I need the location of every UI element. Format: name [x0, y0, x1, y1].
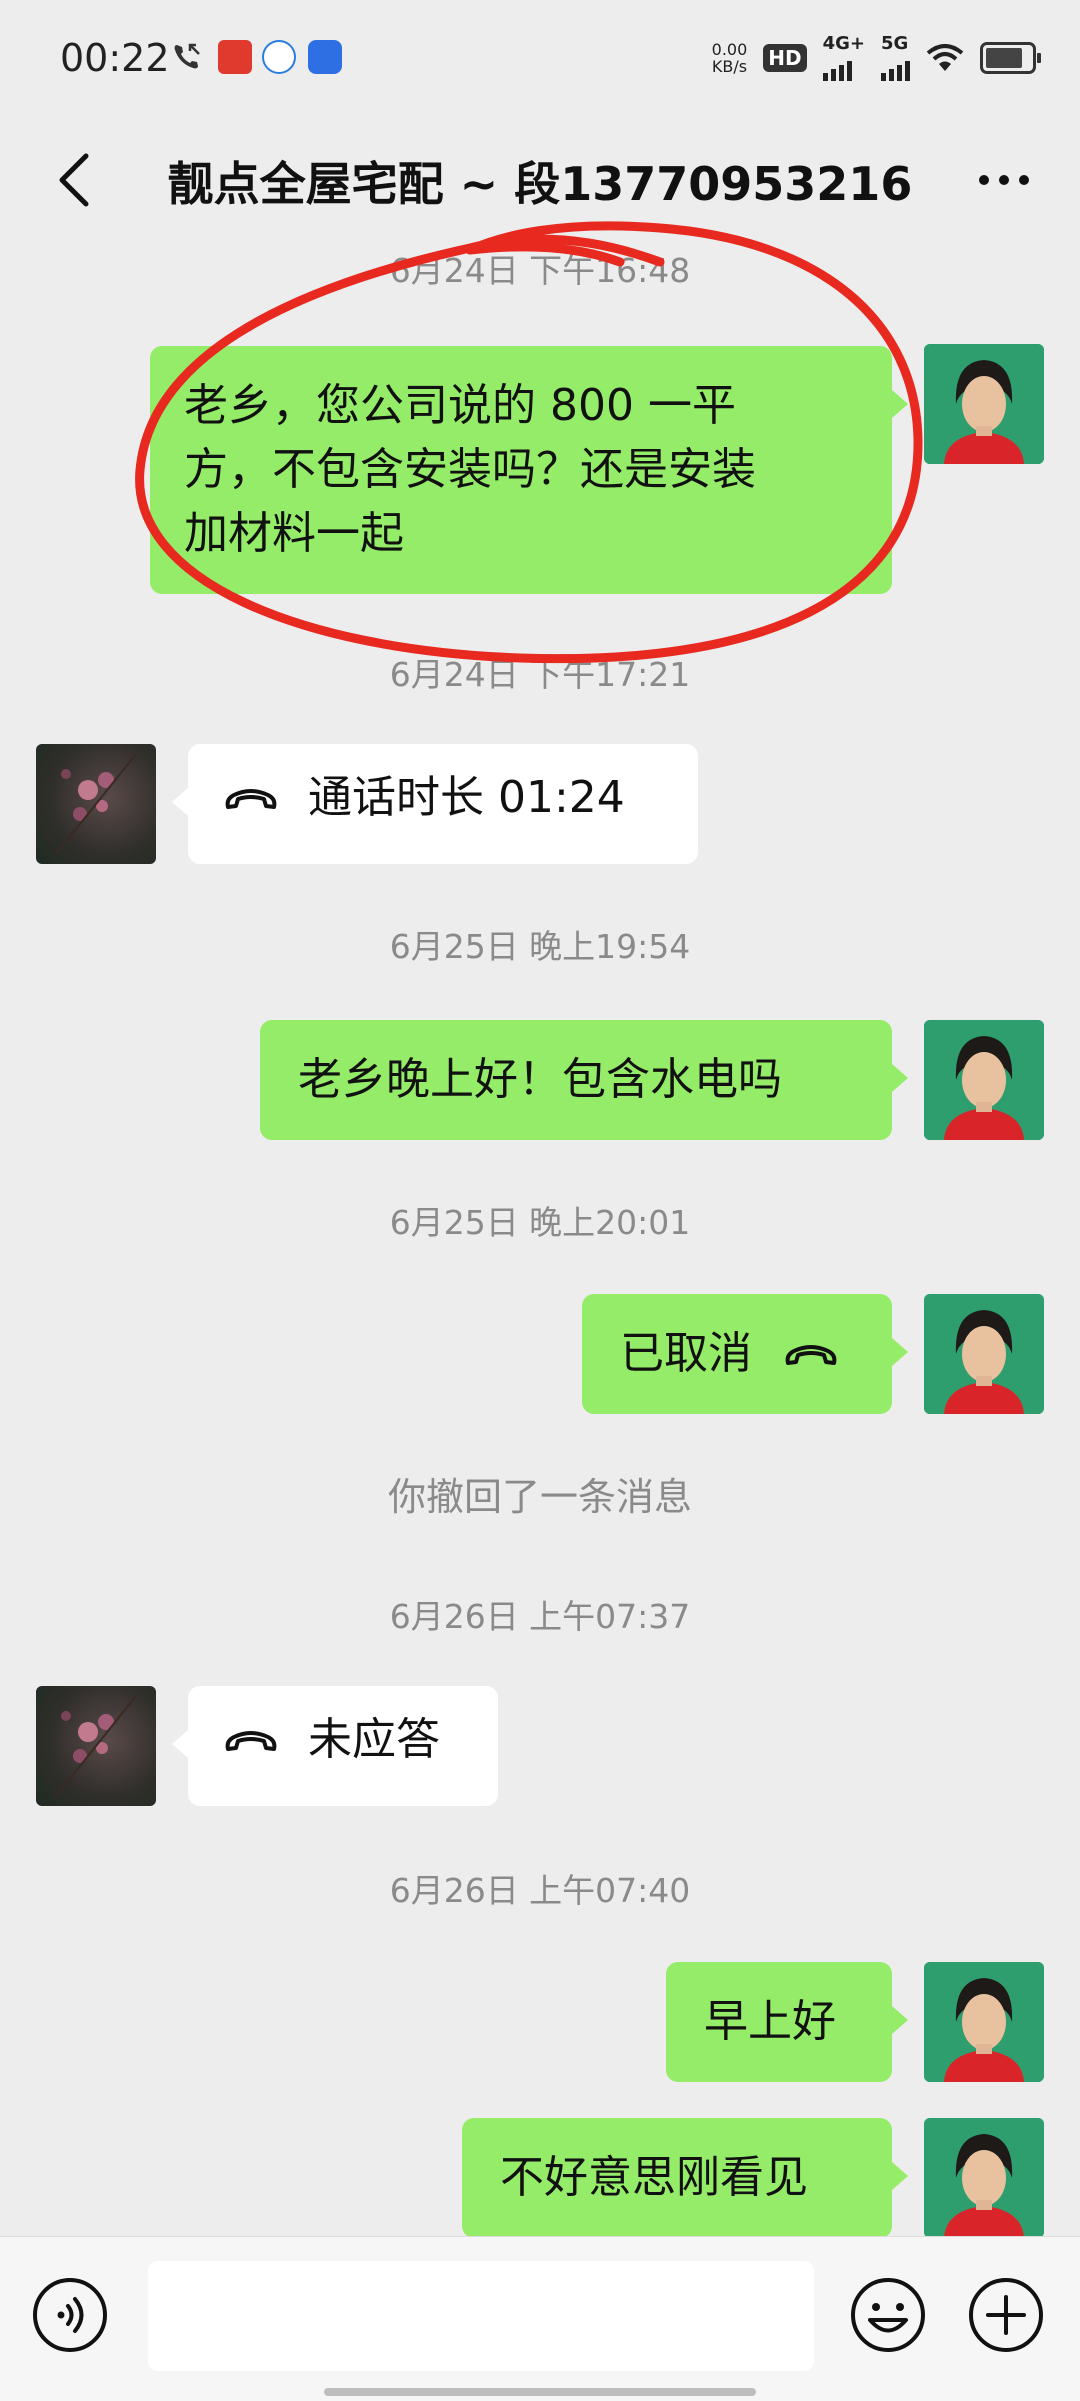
my-avatar[interactable] — [924, 344, 1044, 464]
voice-icon[interactable] — [30, 2275, 110, 2355]
timestamp: 6月26日 上午07:37 — [389, 1597, 691, 1636]
my-avatar[interactable] — [924, 1020, 1044, 1140]
timestamp: 6月24日 下午17:21 — [389, 655, 691, 694]
signal-5g: 5G — [881, 35, 910, 81]
status-right: 0.00 KB/s HD 4G+ 5G — [711, 35, 1041, 81]
my-avatar[interactable] — [924, 2118, 1044, 2238]
call-record-bubble[interactable]: 已取消 — [582, 1294, 908, 1414]
message-bubble[interactable]: 早上好 — [666, 1962, 908, 2082]
baidu-notification-icon — [308, 40, 342, 74]
back-button[interactable] — [36, 142, 112, 218]
battery-icon — [980, 42, 1041, 74]
timestamp: 6月24日 下午16:48 — [389, 251, 691, 290]
message-bubble[interactable]: 老乡晚上好！包含水电吗 — [260, 1020, 908, 1140]
my-avatar[interactable] — [924, 1294, 1044, 1414]
app-notification-icon — [218, 40, 252, 74]
message-input[interactable] — [148, 2261, 814, 2371]
message-list[interactable]: 6月24日 下午16:48 老乡，您公司说的 800 一平 方，不包含安装吗？还… — [0, 240, 1080, 2240]
call-status-text: 已取消 — [620, 1328, 752, 1379]
missed-call-icon — [174, 43, 200, 69]
call-status-text: 未应答 — [308, 1714, 440, 1765]
chevron-left-icon — [59, 153, 89, 207]
my-avatar[interactable] — [924, 1962, 1044, 2082]
message-bubble[interactable]: 老乡，您公司说的 800 一平 方，不包含安装吗？还是安装 加材料一起 — [150, 346, 908, 594]
browser-notification-icon — [262, 40, 296, 74]
emoji-icon[interactable] — [848, 2275, 928, 2355]
chat-input-bar — [0, 2236, 1080, 2401]
chat-header: 靓点全屋宅配 ~ 段13770953216 — [0, 120, 1080, 240]
call-record-bubble[interactable]: 通话时长 01:24 — [172, 744, 698, 864]
net-speed: 0.00 KB/s — [711, 40, 748, 76]
chat-title: 靓点全屋宅配 ~ 段13770953216 — [167, 157, 913, 211]
call-duration-text: 通话时长 01:24 — [308, 772, 625, 823]
plus-icon[interactable] — [966, 2275, 1046, 2355]
call-record-bubble[interactable]: 未应答 — [172, 1686, 498, 1806]
contact-avatar[interactable] — [36, 1686, 156, 1806]
more-button[interactable] — [964, 142, 1044, 218]
timestamp: 6月26日 上午07:40 — [389, 1871, 691, 1910]
wifi-icon — [926, 44, 964, 71]
message-bubble[interactable]: 不好意思刚看见 — [462, 2118, 908, 2238]
recalled-message-notice: 你撤回了一条消息 — [387, 1475, 692, 1519]
phone-hangup-icon — [225, 789, 277, 809]
timestamp: 6月25日 晚上20:01 — [389, 1203, 691, 1242]
home-indicator[interactable] — [324, 2388, 756, 2396]
more-horizontal-icon — [979, 175, 989, 185]
status-time: 00:22 — [60, 36, 170, 80]
phone-hangup-icon — [785, 1345, 837, 1365]
contact-avatar[interactable] — [36, 744, 156, 864]
timestamp: 6月25日 晚上19:54 — [389, 927, 691, 966]
hd-badge: HD — [763, 44, 807, 72]
status-bar: 00:22 0.00 KB/s HD 4G+ 5G — [0, 0, 1080, 120]
signal-4g: 4G+ — [822, 35, 865, 81]
phone-hangup-icon — [225, 1731, 277, 1751]
